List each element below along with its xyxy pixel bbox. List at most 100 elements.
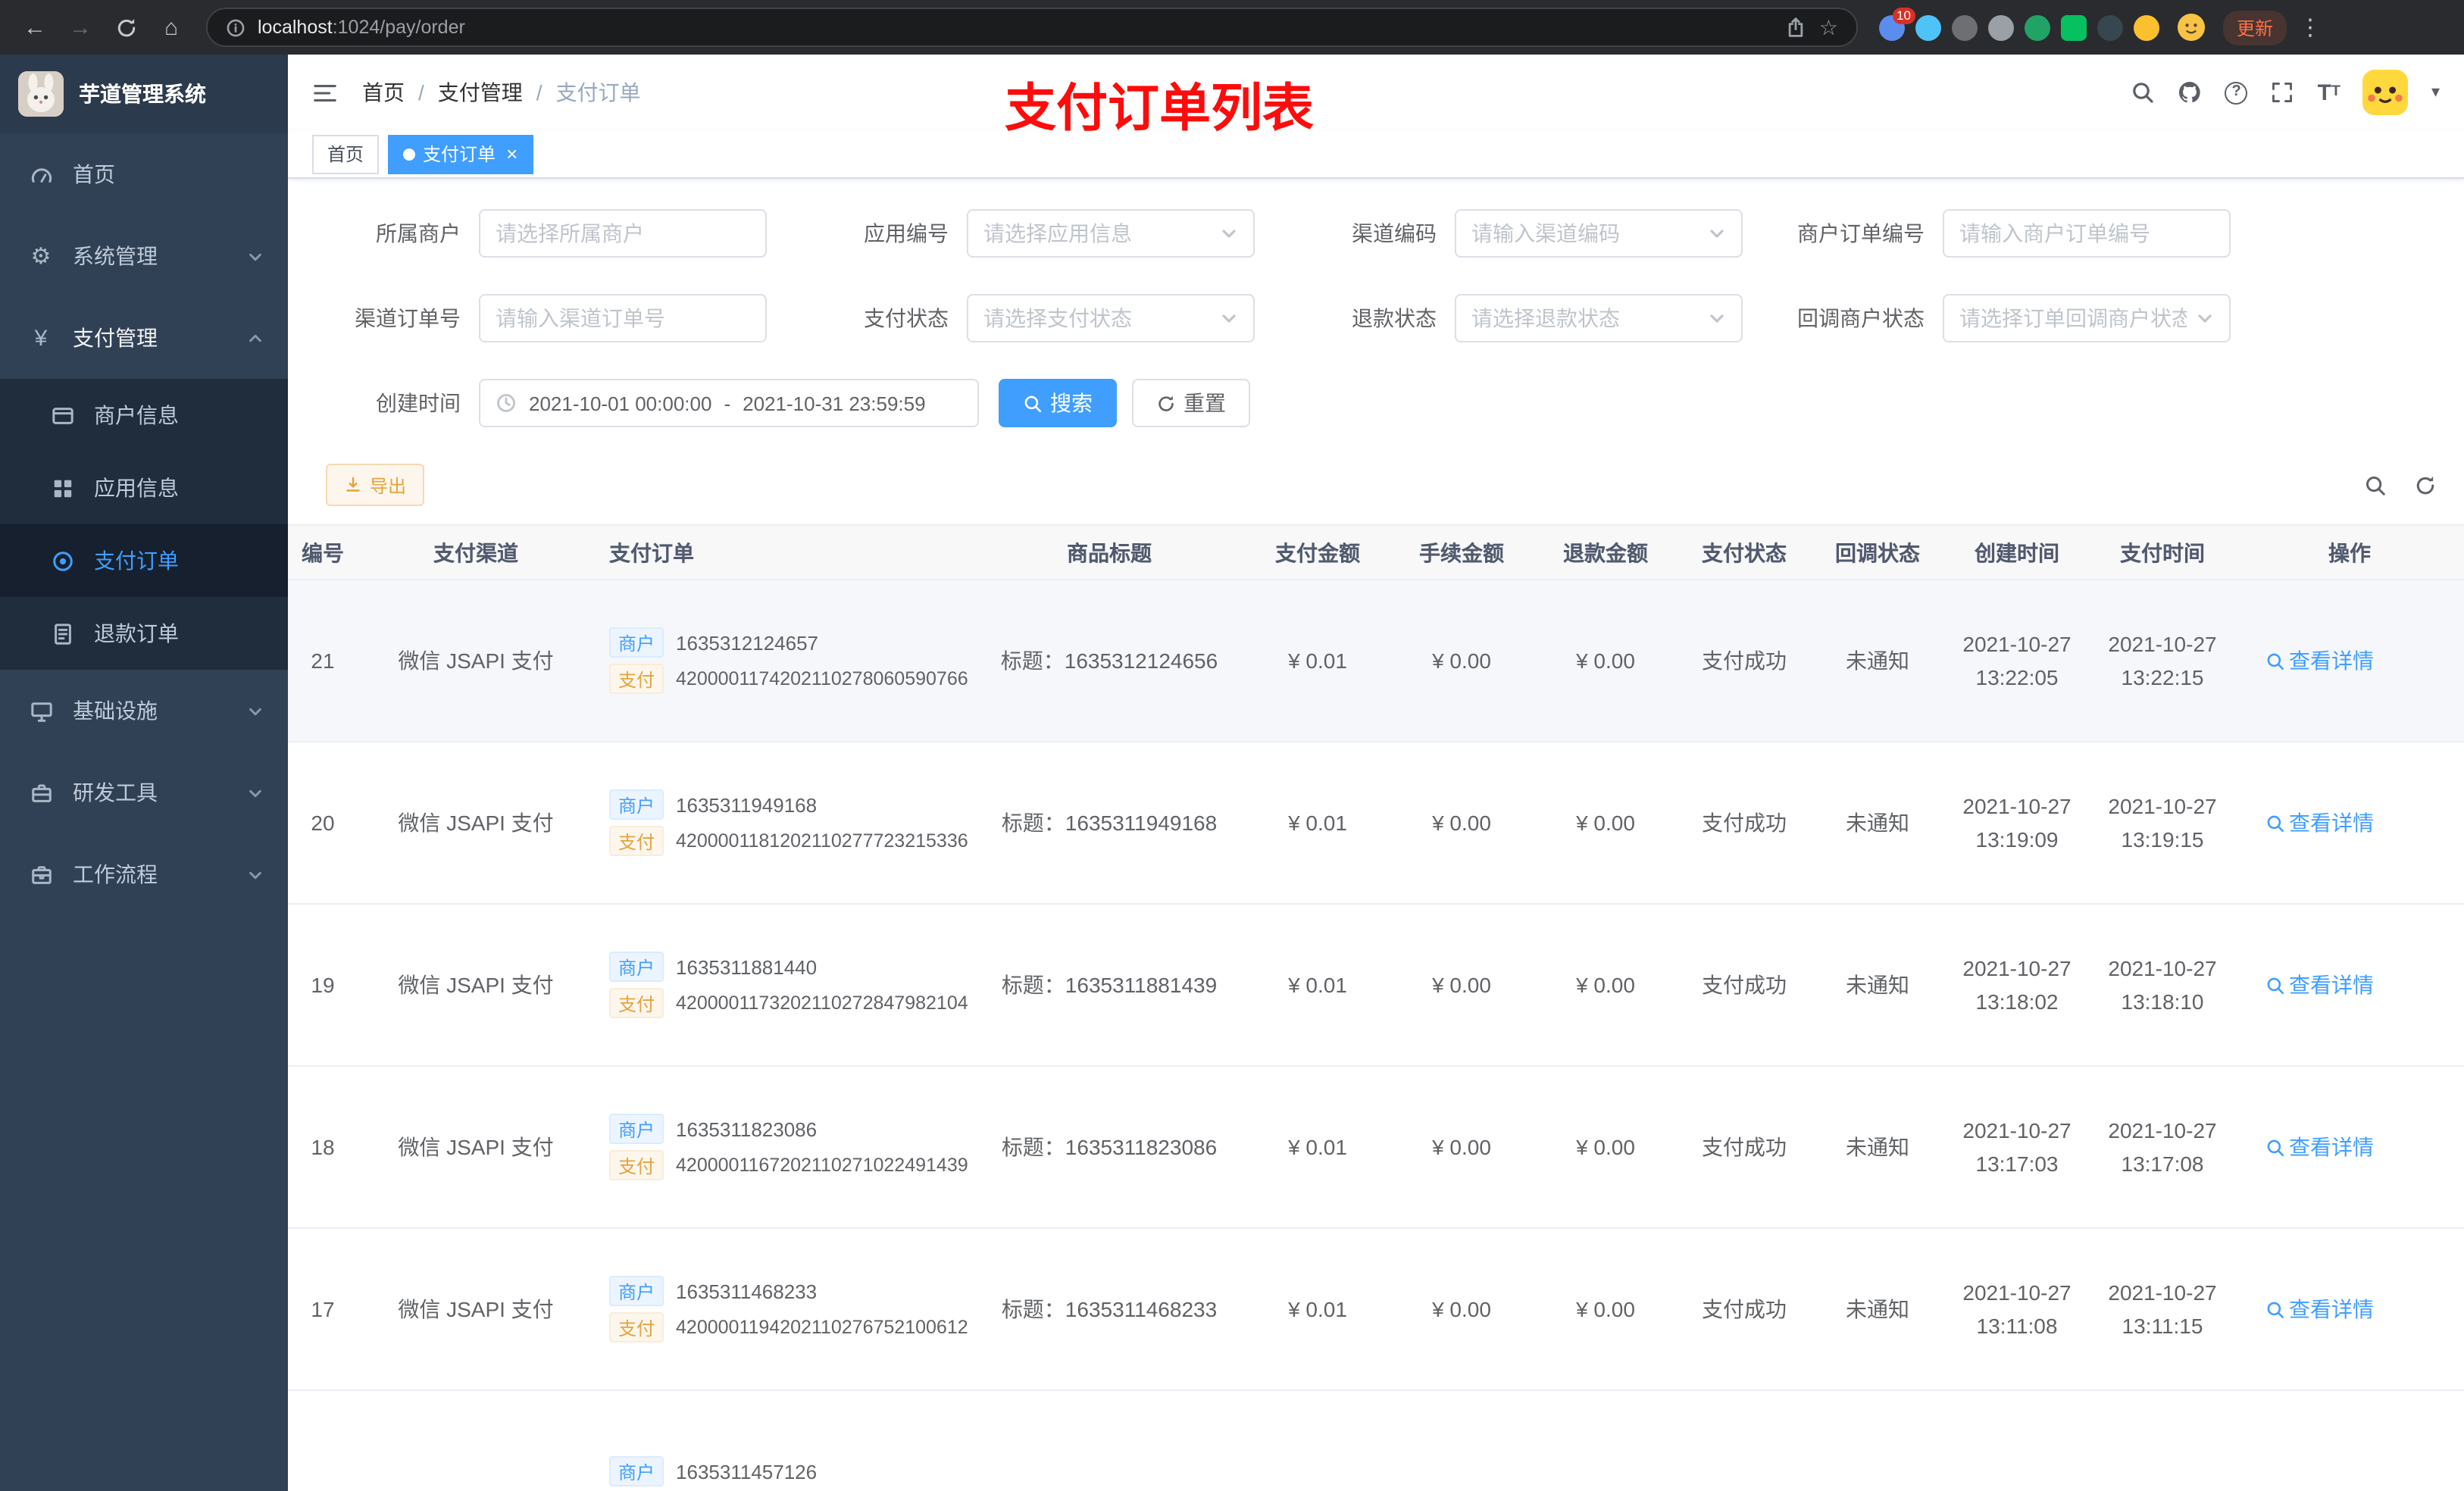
main-content: 支付订单列表 首页 支付管理 支付订单 ? TT ▾ — [288, 55, 2464, 1491]
merchant-order-no-input[interactable] — [1959, 221, 2214, 245]
refresh-icon — [1156, 393, 1176, 413]
caret-down-icon[interactable]: ▾ — [2431, 83, 2440, 101]
refund-status-select[interactable] — [1471, 306, 1699, 330]
extension-icon[interactable] — [1915, 14, 1941, 40]
chevron-down-icon — [2196, 309, 2214, 327]
user-avatar[interactable] — [2362, 70, 2409, 115]
breadcrumb-pay[interactable]: 支付管理 — [405, 77, 523, 108]
breadcrumb-home[interactable]: 首页 — [362, 77, 405, 108]
share-icon[interactable] — [1786, 17, 1807, 38]
tab-home[interactable]: 首页 — [312, 134, 380, 173]
browser-update-button[interactable]: 更新 — [2223, 10, 2287, 45]
breadcrumb: 首页 支付管理 支付订单 — [362, 77, 641, 108]
view-detail-link[interactable]: 查看详情 — [2265, 970, 2374, 1000]
sidebar-item-merchant-info[interactable]: 商户信息 — [0, 379, 288, 452]
url-text: localhost:1024/pay/order — [258, 17, 465, 38]
sidebar-item-pay[interactable]: ¥ 支付管理 — [0, 297, 288, 379]
col-title: 商品标题 — [973, 524, 1246, 580]
filter-refund-status: 退款状态 — [1288, 294, 1776, 342]
tab-label: 支付订单 — [423, 144, 496, 165]
extension-icon[interactable]: 10 — [1879, 7, 1915, 40]
font-size-icon[interactable]: TT — [2318, 81, 2340, 104]
sidebar-item-home[interactable]: 首页 — [0, 133, 288, 215]
browser-menu-icon[interactable]: ⋮ — [2299, 16, 2322, 39]
sidebar-logo[interactable]: 芋道管理系统 — [0, 55, 288, 133]
site-info-icon[interactable] — [226, 17, 245, 37]
cell-title: 标题：1635311881439 — [973, 904, 1246, 1067]
col-refund: 退款金额 — [1534, 524, 1678, 580]
reset-button[interactable]: 重置 — [1132, 379, 1250, 427]
help-icon[interactable]: ? — [2225, 81, 2248, 104]
browser-home-button[interactable]: ⌂ — [152, 8, 191, 47]
sidebar-item-pay-order[interactable]: 支付订单 — [0, 524, 288, 597]
export-button-label: 导出 — [370, 475, 407, 496]
merchant-order-no: 1635312124657 — [676, 631, 819, 654]
cell-create-time: 2021-10-27 13:18:02 — [1944, 904, 2090, 1067]
cell-create-time: 2021-10-27 13:22:05 — [1944, 580, 2090, 742]
cell-notify: 未通知 — [1811, 742, 1944, 905]
view-detail-link[interactable]: 查看详情 — [2265, 645, 2374, 676]
sidebar-item-dev-tool[interactable]: 研发工具 — [0, 752, 288, 833]
tab-pay-order[interactable]: 支付订单 × — [388, 134, 533, 173]
cell-pay-time: 2021-10-27 13:18:10 — [2090, 904, 2235, 1067]
extension-icon[interactable] — [1988, 14, 2014, 40]
cell-pay-order: 商户 1635311823086 支付 42000011672021102710… — [594, 1066, 973, 1229]
sidebar-item-label: 商户信息 — [94, 403, 179, 427]
cell-pay-time: 2021-10-27 13:22:15 — [2090, 580, 2235, 742]
channel-order-no-input[interactable] — [496, 306, 750, 330]
table-row: 17 微信 JSAPI 支付 商户 1635311468233 支付 42000… — [288, 1228, 2464, 1391]
channel-code-select[interactable] — [1471, 221, 1699, 245]
chevron-up-icon — [247, 330, 264, 346]
table-toolbar: 导出 — [288, 464, 2464, 506]
export-button[interactable]: 导出 — [326, 464, 425, 506]
sidebar: 芋道管理系统 首页 ⚙ 系统管理 ¥ 支付管理 商户信息 应用信息 支付订单 退… — [0, 55, 288, 1491]
sidebar-item-label: 基础设施 — [73, 699, 158, 723]
pay-status-select[interactable] — [983, 306, 1211, 330]
address-bar[interactable]: localhost:1024/pay/order ☆ — [206, 8, 1858, 47]
search-button[interactable]: 搜索 — [999, 379, 1117, 427]
notify-status-select[interactable] — [1959, 306, 2187, 330]
cell-fee — [1390, 1390, 1534, 1491]
extension-icon[interactable] — [2097, 14, 2123, 40]
table-search-icon[interactable] — [2364, 474, 2387, 496]
cell-channel — [358, 1390, 594, 1491]
extension-icon[interactable] — [2134, 14, 2159, 40]
cell-title: 标题：1635312124656 — [973, 580, 1246, 742]
view-detail-link[interactable]: 查看详情 — [2265, 1132, 2374, 1162]
merchant-order-no: 1635311468233 — [676, 1280, 818, 1302]
view-detail-link[interactable]: 查看详情 — [2265, 1294, 2374, 1324]
tags-view: 首页 支付订单 × — [288, 130, 2464, 179]
extension-icon[interactable] — [2061, 14, 2087, 40]
table-row: 19 微信 JSAPI 支付 商户 1635311881440 支付 42000… — [288, 904, 2464, 1067]
owner-merchant-input[interactable] — [496, 221, 750, 245]
browser-back-button[interactable]: ← — [15, 8, 55, 47]
bookmark-star-icon[interactable]: ☆ — [1819, 17, 1838, 38]
table-refresh-icon[interactable] — [2414, 474, 2437, 496]
browser-forward-button[interactable]: → — [61, 8, 100, 47]
sidebar-item-app-info[interactable]: 应用信息 — [0, 452, 288, 524]
cell-id — [288, 1390, 358, 1491]
grid-icon — [45, 477, 79, 499]
page: ← → ⌂ localhost:1024/pay/order ☆ 10 更新 ⋮ — [0, 0, 2464, 1491]
cell-notify: 未通知 — [1811, 1228, 1944, 1391]
cell-notify: 未通知 — [1811, 580, 1944, 742]
pay-order-no: 4200001173202110272847982104 — [676, 992, 968, 1014]
close-icon[interactable]: × — [506, 144, 518, 164]
browser-profile-avatar[interactable] — [2178, 14, 2205, 41]
fullscreen-icon[interactable] — [2271, 80, 2295, 105]
browser-reload-button[interactable] — [106, 8, 145, 47]
hamburger-icon[interactable] — [312, 80, 338, 105]
date-range-picker[interactable]: 2021-10-01 00:00:00 - 2021-10-31 23:59:5… — [479, 379, 979, 427]
sidebar-item-workflow[interactable]: 工作流程 — [0, 833, 288, 915]
view-detail-link[interactable]: 查看详情 — [2265, 808, 2374, 838]
app-no-select[interactable] — [983, 221, 1211, 245]
github-icon[interactable] — [2178, 80, 2203, 105]
sidebar-item-infra[interactable]: 基础设施 — [0, 670, 288, 752]
search-icon[interactable] — [2131, 80, 2156, 105]
extension-icon[interactable] — [2025, 14, 2050, 40]
extension-icon[interactable] — [1952, 14, 1978, 40]
sidebar-item-label: 系统管理 — [73, 244, 158, 268]
sidebar-item-refund-order[interactable]: 退款订单 — [0, 597, 288, 670]
cell-channel: 微信 JSAPI 支付 — [358, 904, 594, 1067]
sidebar-item-system[interactable]: ⚙ 系统管理 — [0, 215, 288, 297]
